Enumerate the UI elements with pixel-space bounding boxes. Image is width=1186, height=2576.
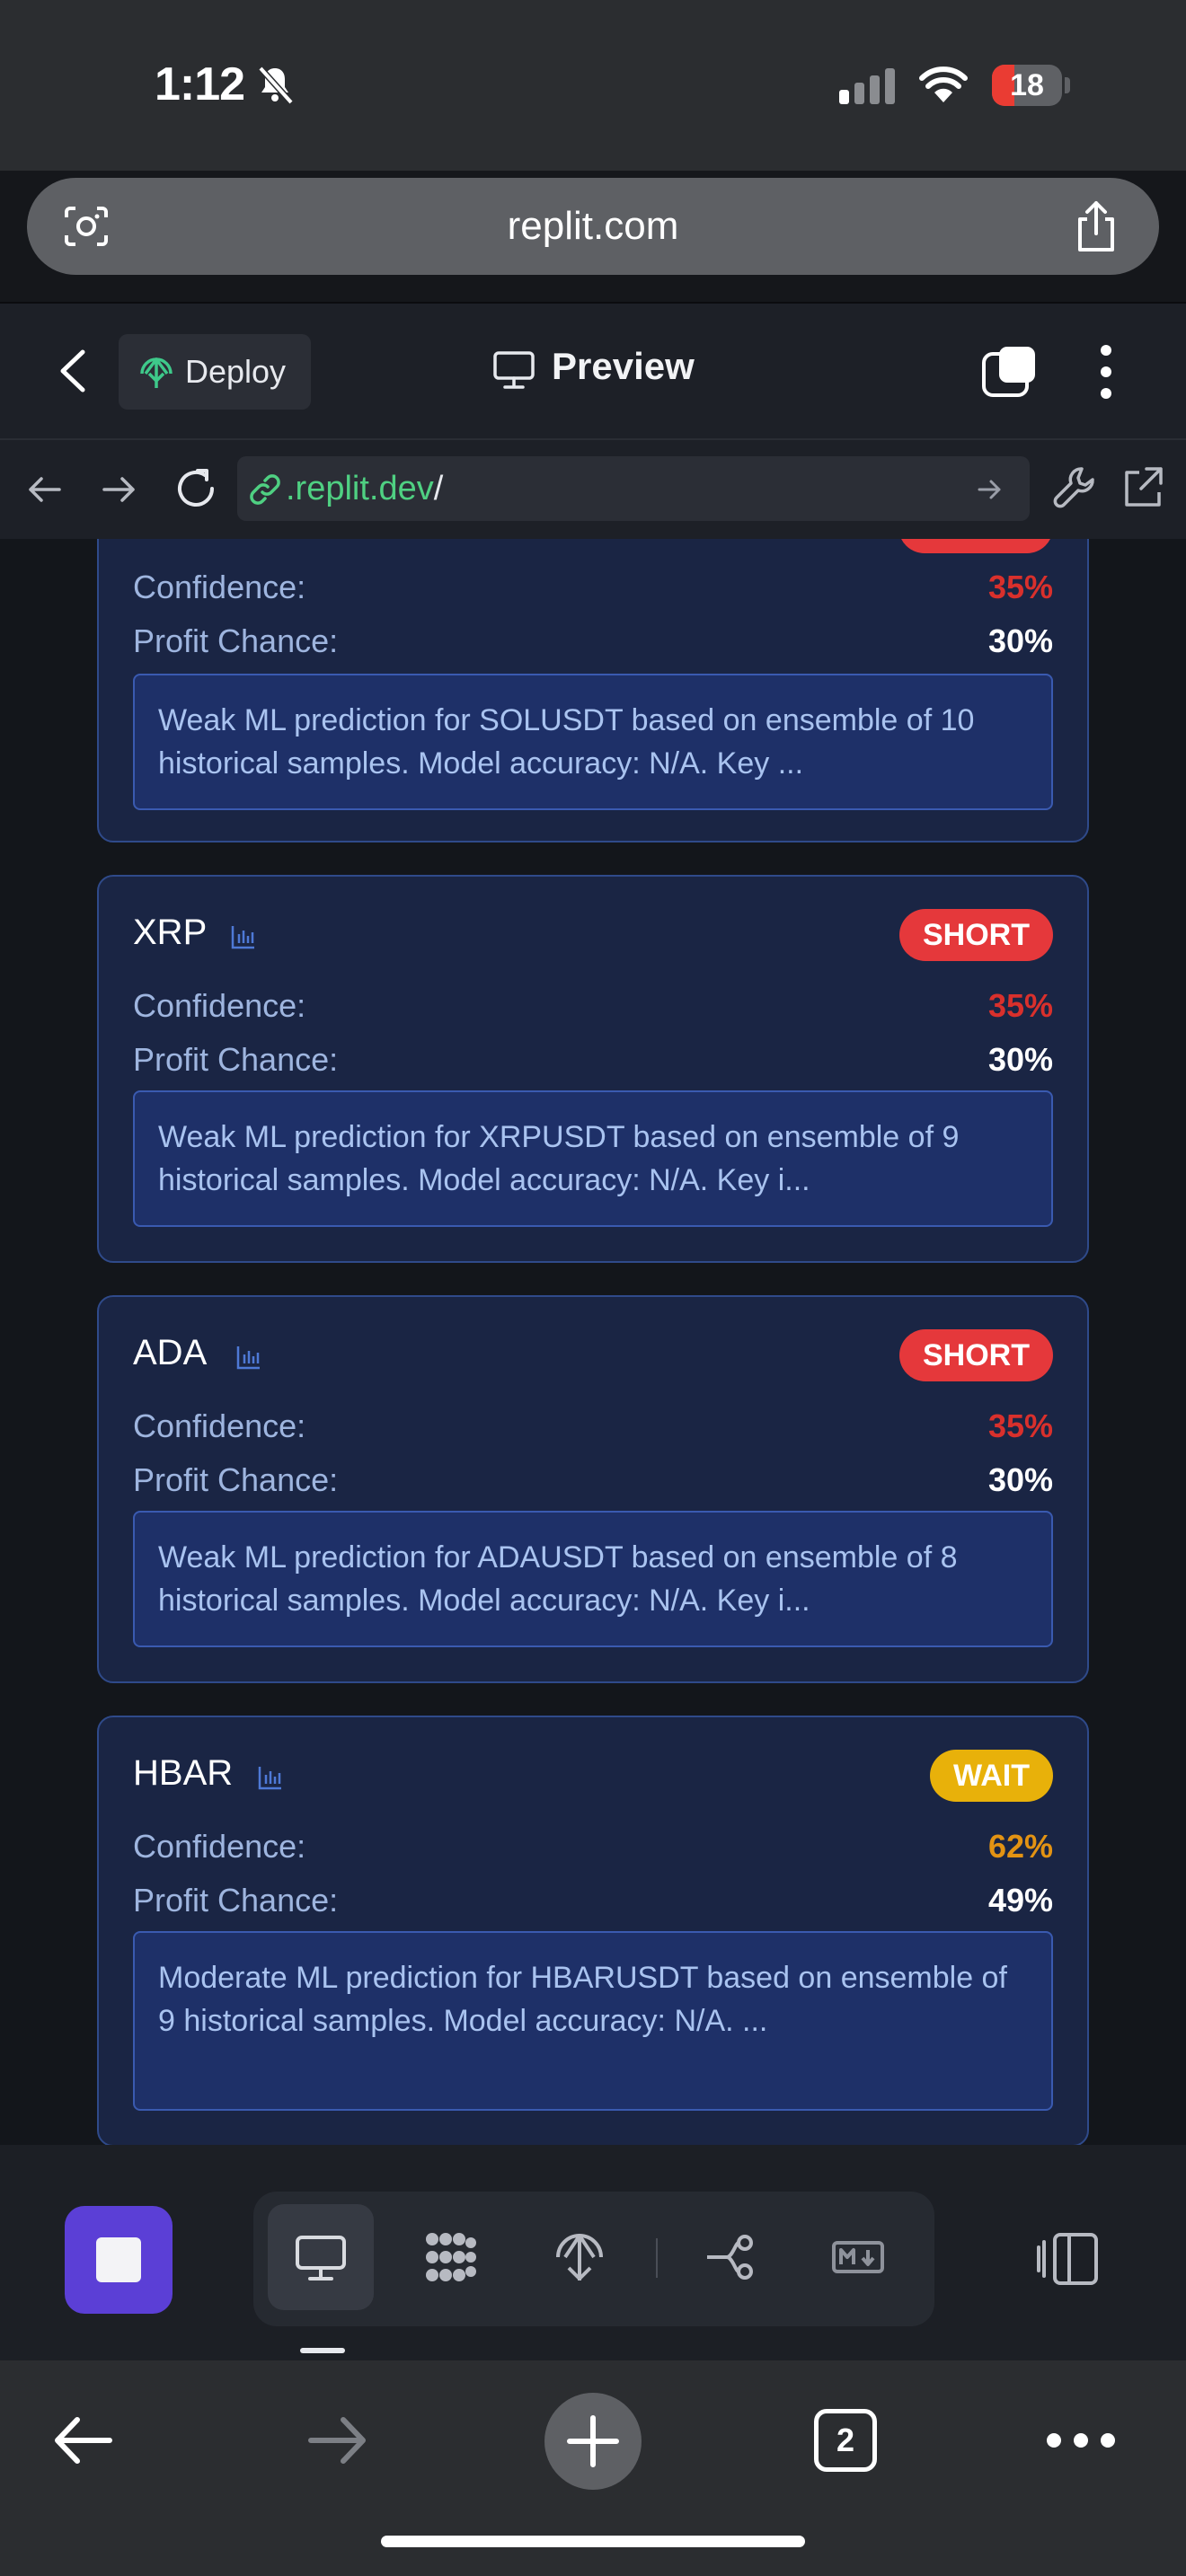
profit-row: Profit Chance: 30% [133,1453,1053,1507]
url-host: .replit.dev [286,470,434,507]
profit-row: Profit Chance: 30% [133,614,1053,668]
signal-badge: SHORT [899,1329,1053,1381]
link-icon [250,474,280,505]
prediction-note: Weak ML prediction for ADAUSDT based on … [133,1511,1053,1647]
confidence-value: 35% [987,987,1053,1024]
new-tab-button[interactable] [544,2393,642,2490]
url-path: / [433,470,444,507]
chart-icon[interactable] [235,1344,262,1371]
tab-markdown[interactable] [805,2204,911,2310]
chart-icon[interactable] [257,1764,284,1791]
plus-icon [567,2415,619,2467]
git-icon [707,2235,753,2280]
signal-badge [898,539,1053,553]
monitor-icon [493,351,535,389]
webview-back-icon[interactable] [23,469,65,510]
webview-toolbar: .replit.dev/ [0,438,1186,541]
battery-level: 18 [1010,68,1044,102]
preview-content[interactable]: Confidence: 35% Profit Chance: 30% Weak … [0,539,1186,2145]
profit-label: Profit Chance: [133,1041,339,1078]
visual-lookup-icon[interactable] [61,203,111,250]
back-arrow-icon[interactable] [50,2413,115,2468]
confidence-label: Confidence: [133,1407,306,1444]
profit-label: Profit Chance: [133,1882,339,1919]
profit-row: Profit Chance: 30% [133,1033,1053,1087]
confidence-row: Confidence: 35% [133,1399,1053,1453]
cell-signal-icon [839,68,900,104]
tab-console[interactable] [397,2204,503,2310]
confidence-value: 62% [987,1828,1053,1865]
deploy-icon [140,357,173,388]
wifi-icon [919,66,968,102]
confidence-row: Confidence: 35% [133,979,1053,1033]
open-external-icon[interactable] [1120,463,1164,512]
symbol-title: XRP [133,913,208,952]
reload-icon[interactable] [173,465,219,512]
symbol-title: HBAR [133,1753,234,1793]
tab-preview[interactable] [268,2204,374,2310]
active-tab-indicator [300,2348,345,2353]
prediction-card: ADA SHORT Confidence: 35% Profit Chance:… [97,1295,1089,1683]
webview-address-field[interactable]: .replit.dev/ [237,456,1030,521]
tab-deployments[interactable] [527,2204,633,2310]
markdown-icon [832,2241,884,2273]
status-bar: 1:12 18 [0,0,1186,171]
confidence-label: Confidence: [133,569,306,605]
replit-toolbar [0,2145,1186,2360]
prediction-note: Weak ML prediction for SOLUSDT based on … [133,674,1053,810]
prediction-card: HBAR WAIT Confidence: 62% Profit Chance:… [97,1716,1089,2145]
symbol-title: ADA [133,1333,208,1372]
panes-icon[interactable] [1035,2229,1102,2289]
signal-badge: SHORT [899,909,1053,961]
confidence-value: 35% [987,1407,1053,1444]
prediction-note: Moderate ML prediction for HBARUSDT base… [133,1931,1053,2111]
deploy-label: Deploy [185,353,287,390]
tab-git[interactable] [677,2204,783,2310]
confidence-label: Confidence: [133,987,306,1024]
devtools-wrench-icon[interactable] [1051,463,1096,512]
profit-label: Profit Chance: [133,1461,339,1498]
silent-bell-icon [258,66,294,105]
go-arrow-icon[interactable] [976,476,1003,503]
deploy-icon [556,2234,603,2280]
profit-label: Profit Chance: [133,622,339,659]
url-display[interactable]: replit.com [27,178,1159,275]
prediction-card: Confidence: 35% Profit Chance: 30% Weak … [97,539,1089,842]
deploy-button[interactable]: Deploy [119,334,311,410]
stop-icon [96,2237,141,2282]
home-indicator [381,2536,805,2547]
share-icon[interactable] [1071,199,1121,253]
signal-badge: WAIT [930,1750,1053,1802]
profit-value: 30% [987,1041,1053,1078]
divider [656,2238,658,2278]
profit-row: Profit Chance: 49% [133,1874,1053,1928]
chart-icon[interactable] [230,923,257,950]
profit-value: 30% [987,622,1053,659]
confidence-row: Confidence: 62% [133,1820,1053,1874]
status-time: 1:12 [155,58,245,110]
more-options-icon[interactable] [1091,343,1121,401]
monitor-icon [296,2236,346,2280]
preview-title[interactable]: Preview [552,345,695,388]
stop-button[interactable] [65,2206,173,2314]
profit-value: 30% [987,1461,1053,1498]
confidence-row: Confidence: 35% [133,560,1053,614]
forward-arrow-icon[interactable] [305,2413,370,2468]
tabs-icon[interactable] [981,345,1037,399]
confidence-value: 35% [987,569,1053,605]
prediction-note: Weak ML prediction for XRPUSDT based on … [133,1090,1053,1227]
replit-header: Deploy Preview [0,302,1186,440]
profit-value: 49% [987,1882,1053,1919]
confidence-label: Confidence: [133,1828,306,1865]
back-chevron-icon[interactable] [56,348,92,393]
more-icon[interactable] [1046,2432,1116,2448]
webview-forward-icon[interactable] [99,469,140,510]
battery-icon: 18 [992,65,1071,106]
prediction-card: XRP SHORT Confidence: 35% Profit Chance:… [97,875,1089,1263]
tool-tabs [253,2192,934,2326]
webview-url[interactable]: .replit.dev/ [286,456,443,521]
grid-icon [426,2233,476,2281]
tab-count-button[interactable]: 2 [814,2409,877,2472]
safari-address-bar[interactable]: replit.com [27,178,1159,275]
